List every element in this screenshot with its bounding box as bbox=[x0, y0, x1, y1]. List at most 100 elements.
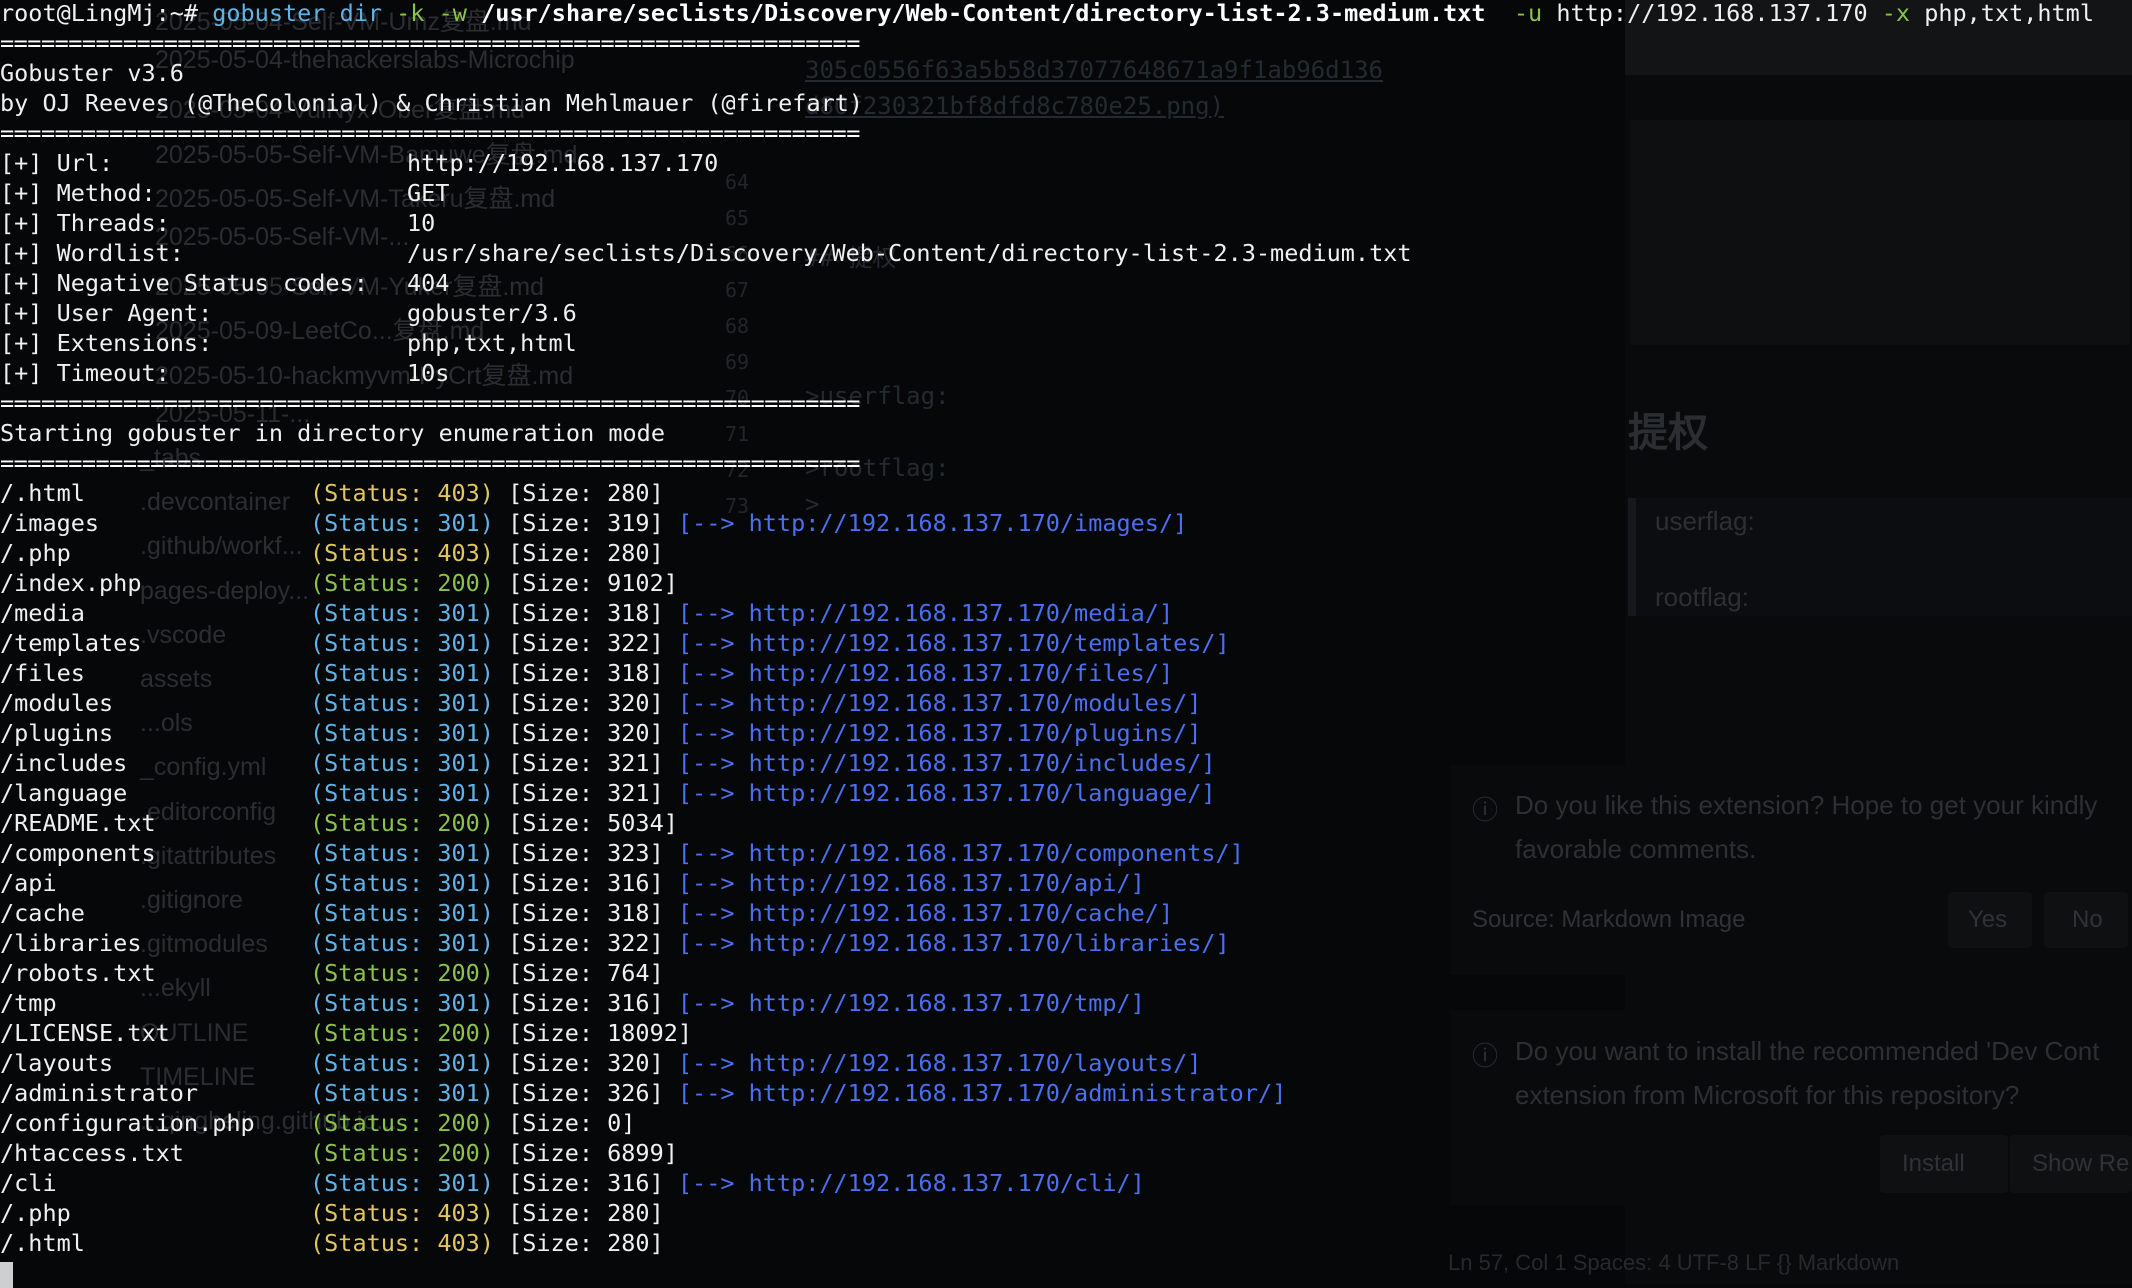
result-size: [Size: 320] bbox=[493, 719, 664, 747]
status-code: 301 bbox=[437, 869, 480, 897]
result-size: [Size: 322] bbox=[493, 929, 664, 957]
result-size: [Size: 280] bbox=[493, 1229, 664, 1257]
status-code: 200 bbox=[437, 1019, 480, 1047]
command-line: root@LingMj:~# gobuster dir -k -w /usr/s… bbox=[0, 0, 2132, 28]
redirect-url[interactable]: http://192.168.137.170/cache/ bbox=[749, 899, 1159, 927]
redirect-url[interactable]: http://192.168.137.170/plugins/ bbox=[749, 719, 1188, 747]
result-row: /.php (Status: 403) [Size: 280] bbox=[0, 538, 2132, 568]
result-redirect[interactable]: [--> http://192.168.137.170/api/] bbox=[664, 868, 1145, 898]
result-redirect[interactable]: [--> http://192.168.137.170/administrato… bbox=[664, 1078, 1286, 1108]
result-redirect[interactable]: [--> http://192.168.137.170/libraries/] bbox=[664, 928, 1230, 958]
result-size: [Size: 326] bbox=[493, 1079, 664, 1107]
status-code: 301 bbox=[437, 989, 480, 1017]
separator: ========================================… bbox=[0, 389, 860, 417]
result-size: [Size: 280] bbox=[493, 479, 664, 507]
redirect-url[interactable]: http://192.168.137.170/layouts/ bbox=[749, 1049, 1188, 1077]
status-code: 403 bbox=[437, 1229, 480, 1257]
redirect-url[interactable]: http://192.168.137.170/files/ bbox=[749, 659, 1159, 687]
size-value: 322 bbox=[607, 929, 650, 957]
size-value: 316 bbox=[607, 869, 650, 897]
result-redirect[interactable]: [--> http://192.168.137.170/layouts/] bbox=[664, 1048, 1202, 1078]
result-redirect[interactable]: [--> http://192.168.137.170/tmp/] bbox=[664, 988, 1145, 1018]
result-row: /README.txt (Status: 200) [Size: 5034] bbox=[0, 808, 2132, 838]
result-size: [Size: 318] bbox=[493, 599, 664, 627]
result-path: /index.php bbox=[0, 569, 142, 597]
result-redirect[interactable]: [--> http://192.168.137.170/components/] bbox=[664, 838, 1244, 868]
size-value: 280 bbox=[607, 539, 650, 567]
result-redirect[interactable]: [--> http://192.168.137.170/files/] bbox=[664, 658, 1173, 688]
result-size: [Size: 316] bbox=[493, 869, 664, 897]
result-status: (Status: 200) bbox=[310, 569, 494, 597]
result-redirect[interactable]: [--> http://192.168.137.170/modules/] bbox=[664, 688, 1202, 718]
result-row: /modules (Status: 301) [Size: 320] [--> h… bbox=[0, 688, 2132, 718]
result-path: /media bbox=[0, 599, 85, 627]
result-row: /.html (Status: 403) [Size: 280] bbox=[0, 1228, 2132, 1258]
result-status: (Status: 301) bbox=[310, 929, 494, 957]
status-code: 301 bbox=[437, 1049, 480, 1077]
result-path: /libraries bbox=[0, 929, 142, 957]
result-size: [Size: 323] bbox=[493, 839, 664, 867]
redirect-url[interactable]: http://192.168.137.170/images/ bbox=[749, 509, 1173, 537]
status-code: 301 bbox=[437, 719, 480, 747]
result-status: (Status: 301) bbox=[310, 719, 494, 747]
result-path: /cli bbox=[0, 1169, 57, 1197]
config-row: [+] Url: http://192.168.137.170 bbox=[0, 148, 2132, 178]
result-redirect[interactable]: [--> http://192.168.137.170/images/] bbox=[664, 508, 1187, 538]
result-path: /robots.txt bbox=[0, 959, 156, 987]
result-row: /libraries (Status: 301) [Size: 322] [-->… bbox=[0, 928, 2132, 958]
result-path: /.html bbox=[0, 479, 85, 507]
result-redirect[interactable]: [--> http://192.168.137.170/plugins/] bbox=[664, 718, 1202, 748]
result-redirect[interactable]: [--> http://192.168.137.170/media/] bbox=[664, 598, 1173, 628]
config-row: [+] Wordlist: /usr/share/seclists/Discove… bbox=[0, 238, 2132, 268]
result-redirect[interactable]: [--> http://192.168.137.170/templates/] bbox=[664, 628, 1230, 658]
result-row: /layouts (Status: 301) [Size: 320] [--> h… bbox=[0, 1048, 2132, 1078]
separator: ========================================… bbox=[0, 449, 860, 477]
redirect-url[interactable]: http://192.168.137.170/administrator/ bbox=[749, 1079, 1272, 1107]
result-size: [Size: 318] bbox=[493, 659, 664, 687]
redirect-url[interactable]: http://192.168.137.170/language/ bbox=[749, 779, 1202, 807]
result-redirect[interactable]: [--> http://192.168.137.170/cache/] bbox=[664, 898, 1173, 928]
result-status: (Status: 301) bbox=[310, 1049, 494, 1077]
result-row: /configuration.php (Status: 200) [Size: 0… bbox=[0, 1108, 2132, 1138]
redirect-url[interactable]: http://192.168.137.170/modules/ bbox=[749, 689, 1188, 717]
result-redirect[interactable]: [--> http://192.168.137.170/includes/] bbox=[664, 748, 1216, 778]
redirect-url[interactable]: http://192.168.137.170/tmp/ bbox=[749, 989, 1131, 1017]
result-row: /cache (Status: 301) [Size: 318] [--> htt… bbox=[0, 898, 2132, 928]
result-row: /plugins (Status: 301) [Size: 320] [--> h… bbox=[0, 718, 2132, 748]
size-value: 326 bbox=[607, 1079, 650, 1107]
result-row: /robots.txt (Status: 200) [Size: 764] bbox=[0, 958, 2132, 988]
redirect-url[interactable]: http://192.168.137.170/libraries/ bbox=[749, 929, 1216, 957]
separator: ========================================… bbox=[0, 29, 860, 57]
redirect-url[interactable]: http://192.168.137.170/templates/ bbox=[749, 629, 1216, 657]
config-value: http://192.168.137.170 bbox=[407, 149, 719, 177]
redirect-url[interactable]: http://192.168.137.170/components/ bbox=[749, 839, 1230, 867]
result-redirect[interactable]: [--> http://192.168.137.170/language/] bbox=[664, 778, 1216, 808]
redirect-url[interactable]: http://192.168.137.170/media/ bbox=[749, 599, 1159, 627]
result-redirect[interactable]: [--> http://192.168.137.170/cli/] bbox=[664, 1168, 1145, 1198]
result-size: [Size: 321] bbox=[493, 749, 664, 777]
config-value: GET bbox=[407, 179, 450, 207]
result-status: (Status: 301) bbox=[310, 839, 494, 867]
redirect-url[interactable]: http://192.168.137.170/includes/ bbox=[749, 749, 1202, 777]
result-status: (Status: 301) bbox=[310, 899, 494, 927]
terminal-output[interactable]: root@LingMj:~# gobuster dir -k -w /usr/s… bbox=[0, 0, 2132, 1288]
status-code: 301 bbox=[437, 1169, 480, 1197]
result-size: [Size: 6899] bbox=[493, 1139, 678, 1167]
size-value: 9102 bbox=[607, 569, 664, 597]
config-row: [+] Threads: 10 bbox=[0, 208, 2132, 238]
redirect-url[interactable]: http://192.168.137.170/cli/ bbox=[749, 1169, 1131, 1197]
config-key: [+] Timeout: bbox=[0, 359, 170, 387]
status-code: 200 bbox=[437, 1139, 480, 1167]
result-row: /index.php (Status: 200) [Size: 9102] bbox=[0, 568, 2132, 598]
status-code: 301 bbox=[437, 629, 480, 657]
result-status: (Status: 301) bbox=[310, 599, 494, 627]
redirect-url[interactable]: http://192.168.137.170/api/ bbox=[749, 869, 1131, 897]
size-value: 321 bbox=[607, 749, 650, 777]
size-value: 316 bbox=[607, 989, 650, 1017]
size-value: 280 bbox=[607, 479, 650, 507]
result-path: /layouts bbox=[0, 1049, 114, 1077]
result-status: (Status: 403) bbox=[310, 479, 494, 507]
size-value: 320 bbox=[607, 1049, 650, 1077]
result-path: /modules bbox=[0, 689, 114, 717]
size-value: 318 bbox=[607, 599, 650, 627]
